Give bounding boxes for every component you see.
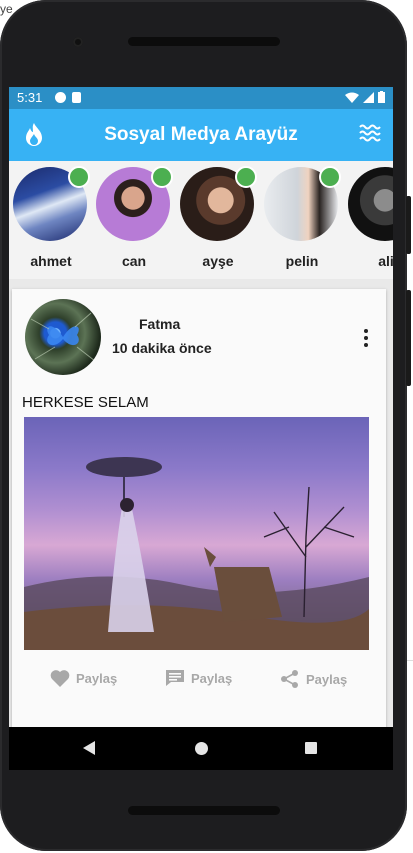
post-image-scene: [24, 457, 369, 650]
post-text: HERKESE SELAM: [22, 394, 149, 411]
waves-icon[interactable]: [359, 123, 381, 143]
avatar: [96, 166, 173, 241]
screen: 5:31 Sosyal Medya Arayüz ahmet can ayşe …: [9, 87, 393, 770]
story-name: ayşe: [202, 253, 234, 269]
status-indicators: [345, 91, 385, 103]
post-author-name[interactable]: Fatma: [139, 316, 180, 332]
home-icon[interactable]: [195, 742, 208, 755]
heart-icon: [50, 670, 70, 687]
comment-icon: [166, 670, 184, 686]
power-button: [406, 290, 411, 386]
story-item[interactable]: ali: [348, 167, 393, 269]
navigation-bar: [9, 727, 393, 770]
story-item[interactable]: can: [96, 166, 173, 269]
online-indicator: [151, 166, 173, 188]
comment-button[interactable]: Paylaş: [165, 669, 232, 687]
comment-label: Paylaş: [191, 670, 233, 686]
stories-row: ahmet can ayşe pelin ali: [9, 161, 393, 279]
share-label: Paylaş: [306, 671, 348, 687]
share-button[interactable]: Paylaş: [280, 669, 347, 689]
post-time: 10 dakika önce: [112, 340, 212, 356]
signal-icon: [363, 92, 374, 103]
story-item[interactable]: ayşe: [180, 166, 257, 269]
online-indicator: [235, 166, 257, 188]
app-title: Sosyal Medya Arayüz: [104, 124, 298, 145]
back-icon[interactable]: [83, 741, 97, 755]
corner-text: ye: [0, 2, 13, 16]
status-time: 5:31: [17, 90, 43, 105]
notification-icon: [55, 92, 66, 103]
recent-apps-icon[interactable]: [305, 742, 317, 754]
story-name: ahmet: [30, 253, 72, 269]
status-bar: 5:31: [9, 87, 393, 109]
earpiece-speaker: [128, 37, 280, 46]
post-actions: Paylaş Paylaş Paylaş: [12, 661, 386, 697]
app-bar: Sosyal Medya Arayüz: [9, 109, 393, 161]
avatar: [264, 166, 341, 241]
volume-button: [406, 196, 411, 254]
story-name: ali: [378, 253, 393, 269]
like-button[interactable]: Paylaş: [50, 669, 117, 687]
battery-icon: [378, 91, 385, 103]
post-card: Fatma 10 dakika önce HERKESE SELAM Payla…: [12, 289, 386, 770]
online-indicator: [68, 166, 90, 188]
story-item[interactable]: ahmet: [13, 166, 90, 269]
online-indicator: [319, 166, 341, 188]
sd-card-icon: [72, 92, 81, 103]
butterfly-image: [30, 312, 96, 362]
wifi-icon: [345, 92, 359, 103]
story-item[interactable]: pelin: [264, 166, 341, 269]
share-icon: [281, 670, 298, 688]
like-label: Paylaş: [76, 670, 118, 686]
post-author-avatar[interactable]: [25, 299, 101, 375]
more-options-icon[interactable]: [364, 329, 368, 350]
bottom-speaker: [128, 806, 280, 815]
post-image[interactable]: [24, 417, 369, 650]
story-name: can: [121, 253, 147, 269]
phone-frame: 5:31 Sosyal Medya Arayüz ahmet can ayşe …: [0, 0, 411, 851]
avatar: [13, 166, 90, 241]
front-camera: [73, 37, 83, 47]
avatar: [180, 166, 257, 241]
avatar: [348, 167, 393, 241]
story-name: pelin: [285, 253, 319, 269]
